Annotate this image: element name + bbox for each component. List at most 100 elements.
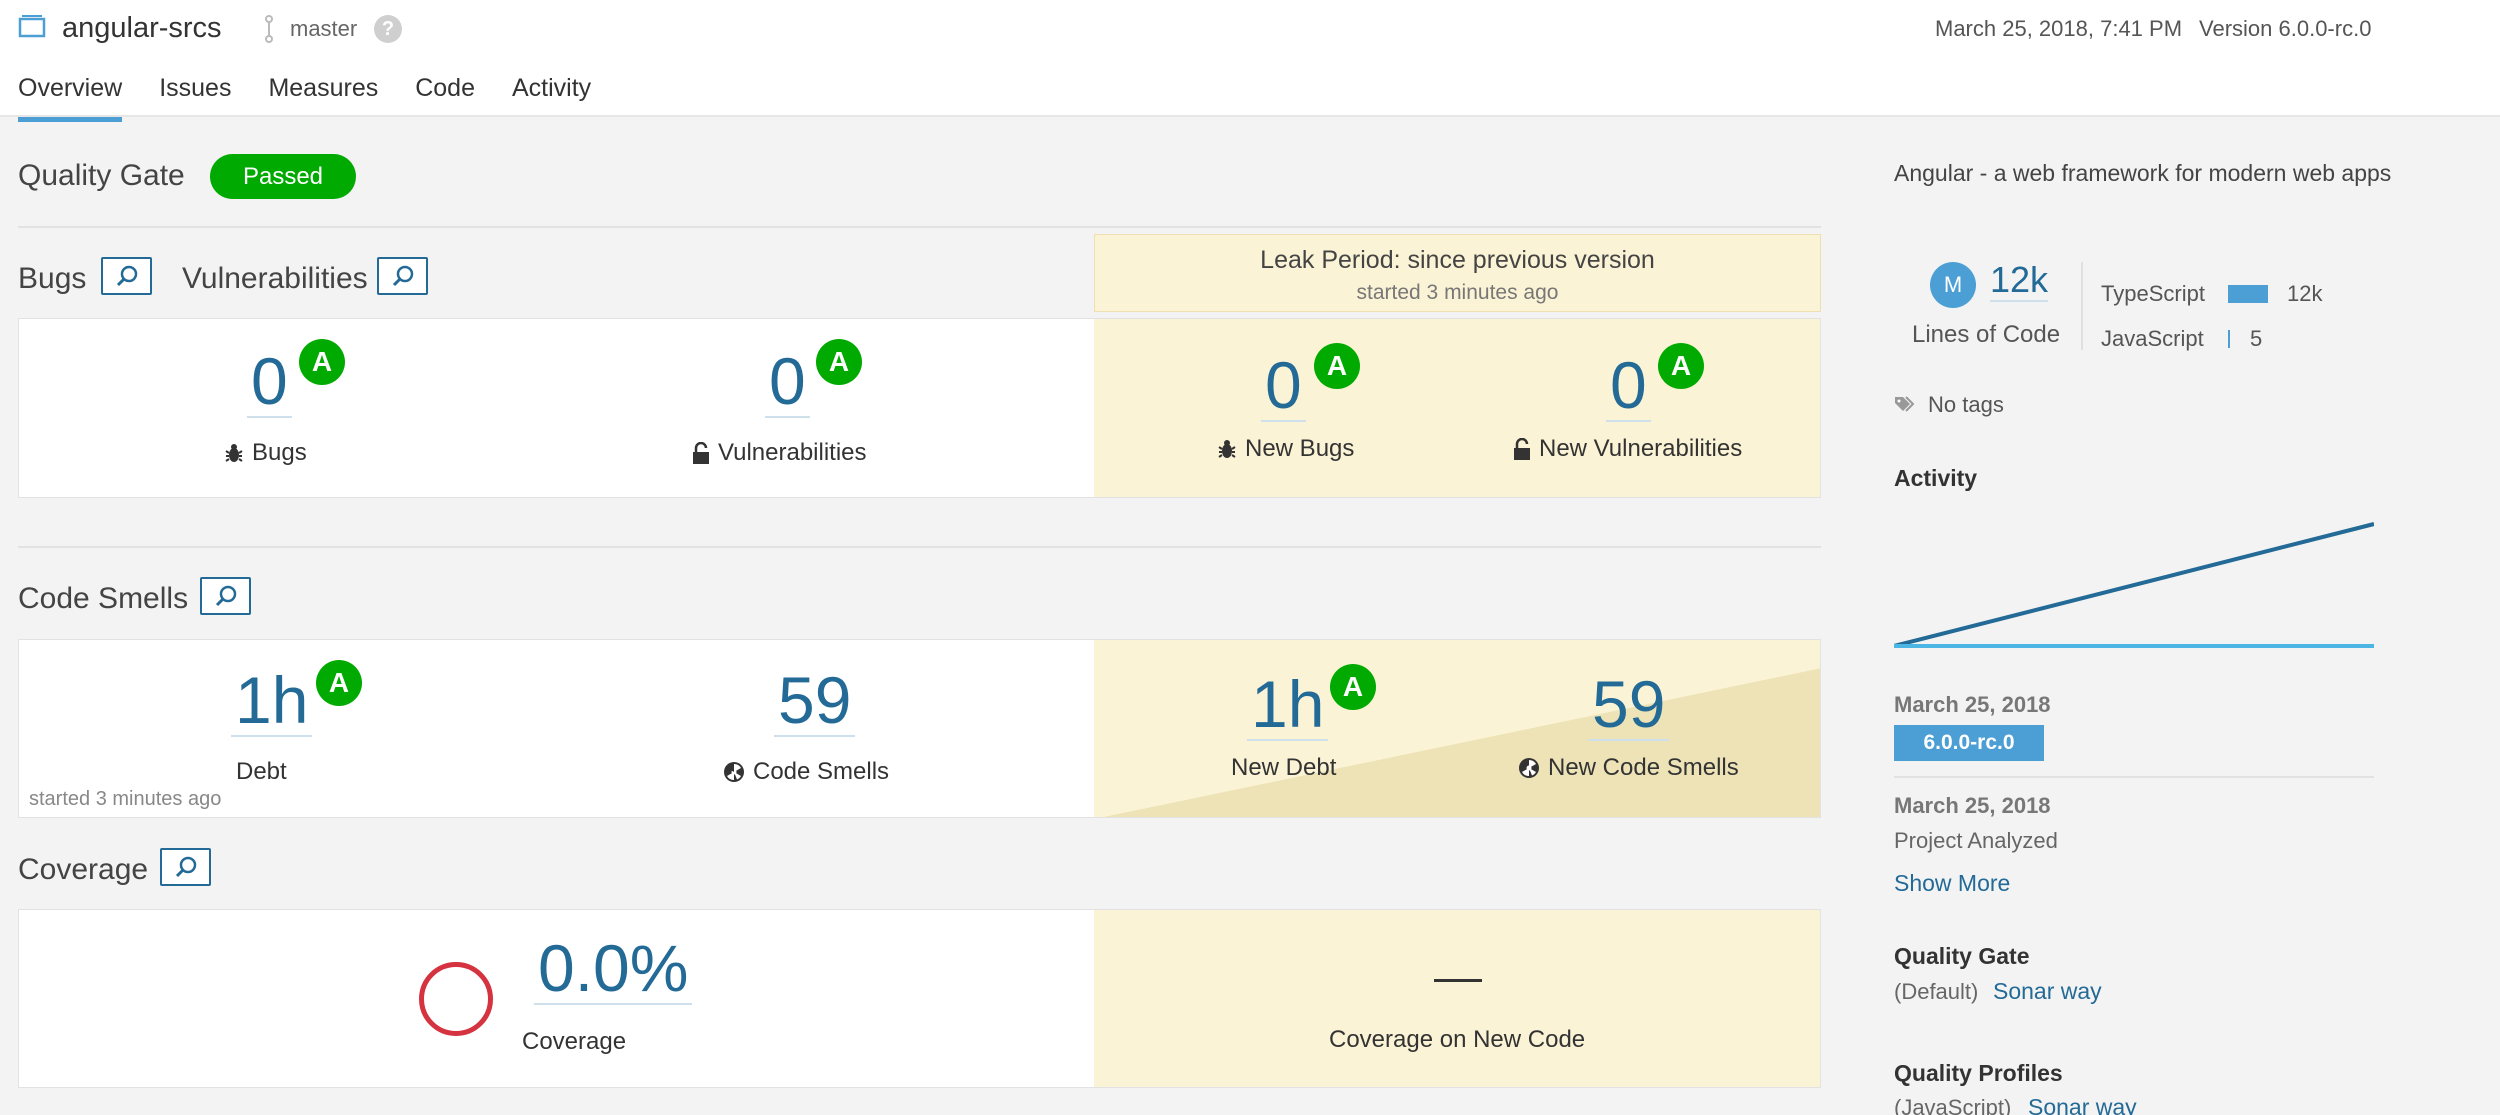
vulnerabilities-issues-button[interactable] (377, 257, 428, 295)
show-more-link[interactable]: Show More (1894, 870, 2010, 897)
new-coverage-value (1434, 979, 1482, 982)
tab-activity[interactable]: Activity (512, 74, 591, 122)
tags-text: No tags (1928, 392, 2004, 417)
new-debt-label: New Debt (1231, 754, 1337, 781)
search-icon (175, 856, 196, 878)
lines-of-code-label: Lines of Code (1912, 321, 2061, 348)
maintainability-note: started 3 minutes ago (29, 788, 222, 810)
debt-label: Debt (236, 758, 287, 785)
bugs-issues-button[interactable] (101, 257, 152, 295)
bugs-value[interactable]: 0 (247, 346, 292, 419)
version-badge: 6.0.0-rc.0 (1894, 725, 2044, 761)
new-vulnerabilities-value[interactable]: 0 (1606, 350, 1651, 423)
search-icon (215, 585, 236, 607)
new-vulnerabilities-label: New Vulnerabilities (1513, 435, 1742, 463)
language-bar (2228, 330, 2230, 348)
new-bugs-rating[interactable]: A (1314, 343, 1360, 389)
leak-period-title: Leak Period: since previous version (1260, 246, 1655, 274)
new-code-smells-value[interactable]: 59 (1588, 669, 1670, 742)
coverage-value[interactable]: 0.0% (534, 933, 693, 1006)
radiation-icon (1519, 758, 1539, 778)
code-smells-value[interactable]: 59 (774, 665, 856, 738)
leak-area (1094, 910, 1820, 1087)
branch-name[interactable]: master (290, 16, 357, 42)
quality-gate-sidebar-title: Quality Gate (1894, 943, 2030, 969)
radiation-icon (724, 762, 744, 782)
bug-icon (1218, 440, 1236, 458)
search-icon (116, 265, 137, 287)
vulnerabilities-label: Vulnerabilities (692, 439, 867, 467)
analysis-date: March 25, 2018, 7:41 PM (1935, 16, 2183, 41)
coverage-label: Coverage (522, 1028, 627, 1055)
code-smells-label: Code Smells (723, 758, 889, 786)
project-description: Angular - a web framework for modern web… (1894, 160, 2392, 186)
activity-graph[interactable] (1894, 520, 2374, 650)
bugs-rating[interactable]: A (299, 339, 345, 385)
new-vulnerabilities-rating[interactable]: A (1658, 343, 1704, 389)
coverage-button[interactable] (160, 848, 211, 886)
coverage-donut (419, 962, 493, 1036)
event-text: Project Analyzed (1894, 828, 2058, 853)
code-smells-section-title: Code Smells (18, 582, 189, 615)
language-loc: 5 (2250, 326, 2263, 351)
leak-period-header: Leak Period: since previous version star… (1094, 234, 1821, 312)
leak-period-subtitle: started 3 minutes ago (1356, 281, 1559, 304)
tag-icon (1895, 396, 1915, 412)
vulnerabilities-label-text: Vulnerabilities (718, 439, 867, 466)
leak-area (1094, 640, 1820, 817)
project-version: Version 6.0.0-rc.0 (2199, 16, 2372, 41)
divider (18, 226, 1821, 228)
debt-rating[interactable]: A (316, 660, 362, 706)
maintainability-panel: 1h A Debt started 3 minutes ago 59 Code … (18, 639, 1821, 818)
project-name[interactable]: angular-srcs (62, 12, 222, 45)
leak-area (1094, 319, 1820, 497)
vulnerabilities-section-title: Vulnerabilities (182, 262, 368, 295)
project-nav: Overview Issues Measures Code Activity (18, 74, 591, 122)
code-smells-metric: 59 (774, 665, 856, 738)
new-debt-metric: 1h (1247, 669, 1329, 742)
activity-title: Activity (1894, 465, 1978, 491)
new-code-smells-metric: 59 (1588, 669, 1670, 742)
quality-gate-link[interactable]: Sonar way (1993, 978, 2102, 1005)
quality-gate-default: (Default) (1894, 979, 1979, 1004)
new-debt-rating[interactable]: A (1330, 664, 1376, 710)
new-vulnerabilities-label-text: New Vulnerabilities (1539, 435, 1743, 462)
new-coverage-label: Coverage on New Code (1329, 1026, 1586, 1053)
language-avatar: M (1930, 262, 1976, 308)
vulnerabilities-rating[interactable]: A (816, 339, 862, 385)
tab-measures[interactable]: Measures (268, 74, 378, 122)
quality-profiles-lang: (JavaScript) (1894, 1095, 2012, 1115)
vulnerabilities-metric: 0 (765, 346, 810, 419)
help-icon[interactable]: ? (374, 15, 402, 43)
tab-code[interactable]: Code (415, 74, 475, 122)
new-code-smells-label: New Code Smells (1518, 754, 1739, 782)
vulnerabilities-value[interactable]: 0 (765, 346, 810, 419)
debt-value[interactable]: 1h (231, 665, 313, 738)
quality-profiles-title: Quality Profiles (1894, 1060, 2063, 1086)
new-vulnerabilities-metric: 0 (1606, 350, 1651, 423)
lines-of-code-value[interactable]: 12k (1990, 260, 2049, 302)
quality-gate-status-badge: Passed (210, 154, 356, 199)
quality-profiles-link[interactable]: Sonar way (2028, 1094, 2137, 1115)
divider (18, 546, 1821, 548)
debt-metric: 1h (231, 665, 313, 738)
activity-series-line-0 (1894, 522, 2374, 648)
new-bugs-value[interactable]: 0 (1261, 350, 1306, 423)
new-debt-value[interactable]: 1h (1247, 669, 1329, 742)
tags[interactable]: No tags (1894, 392, 2004, 418)
tab-overview[interactable]: Overview (18, 74, 123, 122)
tab-issues[interactable]: Issues (159, 74, 231, 122)
code-smells-issues-button[interactable] (200, 577, 251, 615)
lock-icon (1514, 438, 1530, 460)
divider (2081, 262, 2083, 350)
bugs-label: Bugs (224, 439, 307, 467)
coverage-metric: 0.0% (534, 933, 693, 1006)
coverage-panel: 0.0% Coverage Coverage on New Code (18, 909, 1821, 1088)
bugs-label-text: Bugs (252, 439, 307, 466)
new-bugs-label: New Bugs (1217, 435, 1354, 463)
quality-gate-title: Quality Gate (18, 159, 185, 192)
reliability-panel: 0 A Bugs 0 A Vulnerabilities 0 A New Bug… (18, 318, 1821, 498)
coverage-section-title: Coverage (18, 853, 149, 886)
language-name: TypeScript (2101, 281, 2205, 306)
event-date: March 25, 2018 (1894, 692, 2051, 717)
